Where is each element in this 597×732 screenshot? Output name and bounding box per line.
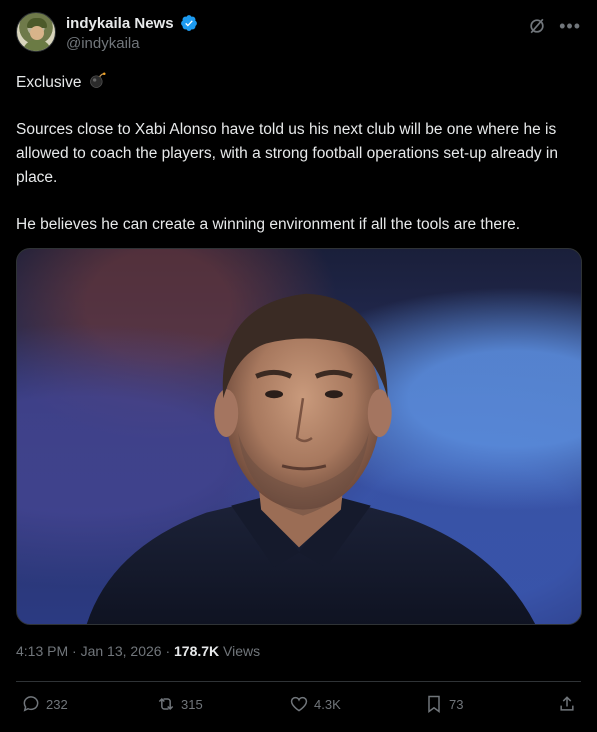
repost-icon: [158, 697, 174, 711]
bookmark-icon: [428, 695, 440, 713]
action-bar: 232 315 4.3K 73: [16, 694, 581, 718]
share-button[interactable]: [557, 694, 577, 714]
share-icon: [560, 696, 574, 711]
reply-icon: [23, 696, 39, 712]
reply-count: 232: [46, 696, 68, 712]
post-date[interactable]: Jan 13, 2026: [81, 643, 162, 659]
author-display-name[interactable]: indykaila News: [66, 15, 174, 32]
avatar-body: [23, 40, 51, 51]
more-options-icon[interactable]: •••: [559, 17, 581, 35]
post-paragraph-2: He believes he can create a winning envi…: [16, 216, 521, 233]
divider: [16, 681, 581, 682]
post-exclusive-label: Exclusive: [16, 74, 82, 91]
post-time[interactable]: 4:13 PM: [16, 643, 68, 659]
like-count: 4.3K: [314, 696, 341, 712]
post-photo[interactable]: [16, 248, 582, 625]
avatar[interactable]: [16, 12, 56, 52]
reply-button[interactable]: 232: [21, 694, 68, 714]
author-names: indykaila News @indykaila: [66, 14, 198, 52]
meta-separator-1: ·: [68, 643, 81, 659]
views-count: 178.7K: [174, 643, 220, 659]
author-handle[interactable]: @indykaila: [66, 35, 198, 52]
post-meta: 4:13 PM · Jan 13, 2026 · 178.7K Views: [16, 643, 260, 659]
verified-badge-icon: [181, 15, 197, 31]
heart-icon: [290, 696, 308, 712]
grok-icon[interactable]: [527, 16, 547, 36]
post-paragraph-1: Sources close to Xabi Alonso have told u…: [16, 121, 558, 186]
post-text-line1: Exclusive: [16, 70, 581, 95]
top-actions: •••: [527, 16, 581, 36]
avatar-face: [30, 26, 44, 40]
repost-count: 315: [181, 696, 203, 712]
bookmark-button[interactable]: 73: [424, 694, 463, 714]
portrait-photo: [86, 293, 536, 624]
bookmark-count: 73: [449, 696, 464, 712]
meta-separator-2: ·: [161, 643, 175, 659]
post-header: indykaila News @indykaila •••: [16, 12, 581, 60]
repost-button[interactable]: 315: [156, 694, 203, 714]
bomb-icon: [89, 72, 106, 88]
views-label: Views: [219, 643, 261, 659]
like-button[interactable]: 4.3K: [289, 694, 341, 714]
